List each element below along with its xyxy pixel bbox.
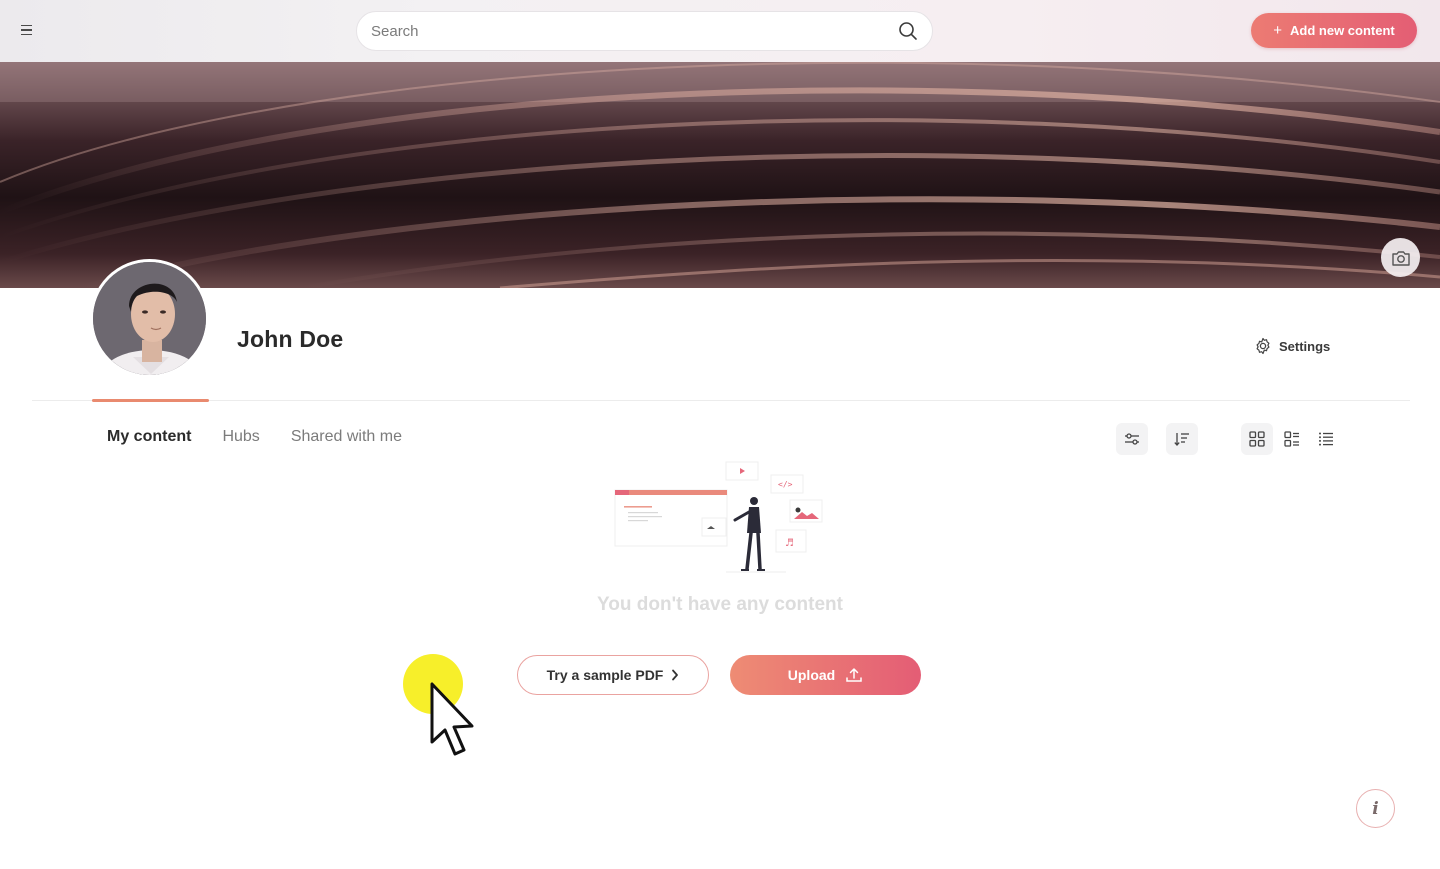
tab-shared-with-me[interactable]: Shared with me	[291, 428, 402, 446]
empty-state-message: You don't have any content	[597, 594, 843, 615]
upload-icon	[846, 668, 862, 682]
gear-icon	[1256, 337, 1270, 355]
change-cover-button[interactable]	[1381, 238, 1420, 277]
camera-icon	[1391, 250, 1410, 266]
add-new-content-button[interactable]: + Add new content	[1251, 13, 1417, 48]
try-sample-pdf-button[interactable]: Try a sample PDF	[517, 655, 709, 695]
cover-banner	[0, 62, 1440, 288]
banner-image	[0, 62, 1440, 288]
grid-view-icon	[1249, 431, 1265, 447]
settings-button[interactable]: Settings	[1254, 336, 1330, 356]
mouse-pointer-icon	[430, 682, 474, 756]
add-new-content-label: Add new content	[1290, 23, 1395, 38]
tab-my-content[interactable]: My content	[107, 428, 191, 446]
plus-icon: +	[1273, 22, 1283, 39]
chevron-right-icon	[672, 669, 679, 681]
top-bar: + Add new content	[0, 0, 1440, 62]
grid-view-button[interactable]	[1241, 423, 1273, 455]
sort-button[interactable]	[1166, 423, 1198, 455]
search-bar	[356, 11, 933, 51]
info-icon: i	[1372, 798, 1379, 819]
search-icon[interactable]	[898, 21, 918, 41]
profile-name: John Doe	[237, 326, 344, 352]
svg-text:♬: ♬	[785, 538, 794, 549]
compact-list-view-icon	[1284, 431, 1299, 447]
menu-icon[interactable]	[16, 20, 36, 40]
sort-icon	[1174, 433, 1189, 446]
filter-button[interactable]	[1116, 423, 1148, 455]
section-divider	[32, 400, 1410, 401]
info-button[interactable]: i	[1356, 789, 1395, 828]
tab-hubs[interactable]: Hubs	[222, 428, 259, 446]
list-view-button[interactable]	[1310, 423, 1342, 455]
svg-text:</>: </>	[778, 480, 793, 489]
profile-photo	[93, 262, 206, 375]
compact-list-view-button[interactable]	[1276, 423, 1308, 455]
content-tabs: My content Hubs Shared with me	[107, 428, 402, 446]
upload-label: Upload	[787, 667, 836, 683]
avatar[interactable]	[90, 259, 209, 378]
empty-state-illustration: </> ♬	[614, 461, 823, 573]
search-input[interactable]	[371, 12, 891, 50]
active-tab-indicator	[92, 399, 209, 402]
upload-button[interactable]: Upload	[730, 655, 921, 695]
try-sample-pdf-label: Try a sample PDF	[546, 667, 664, 683]
filter-icon	[1125, 433, 1139, 445]
settings-label: Settings	[1279, 338, 1331, 354]
list-view-icon	[1319, 432, 1333, 446]
